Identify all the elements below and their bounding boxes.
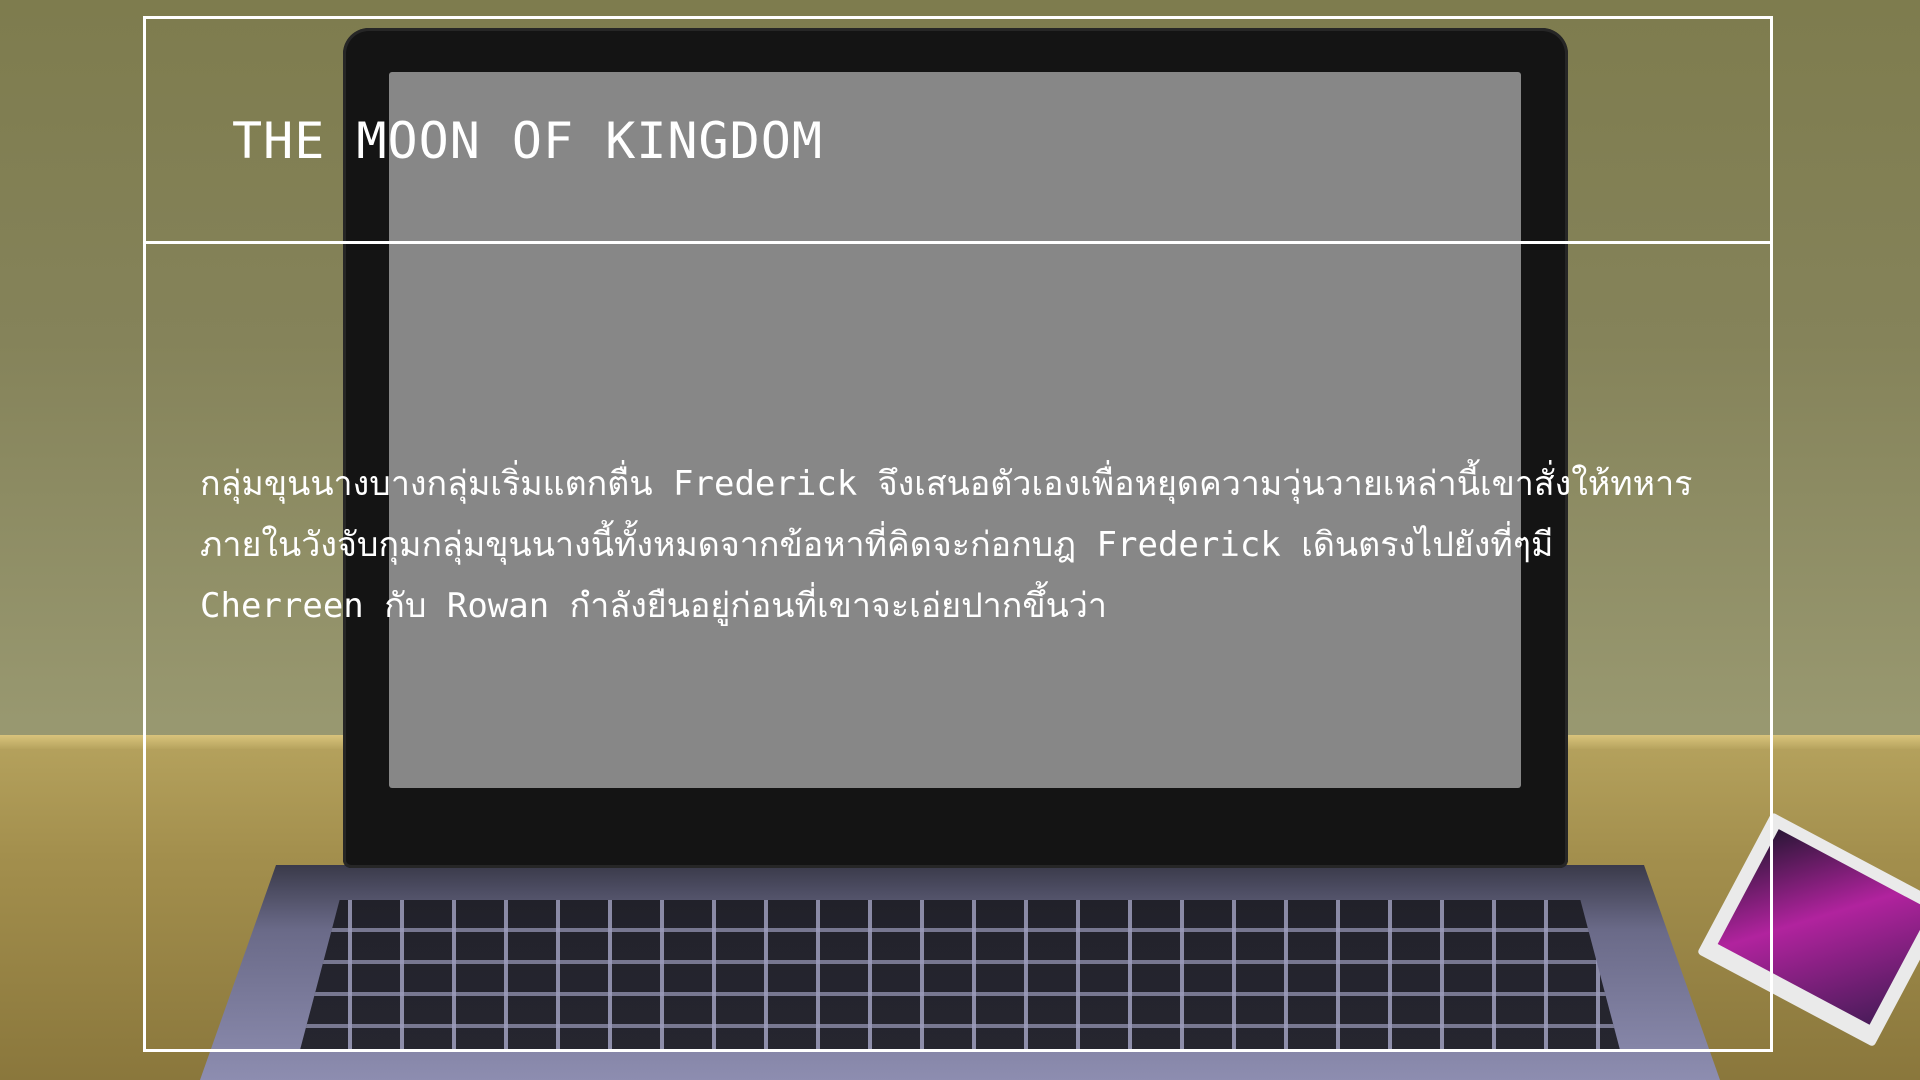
slide: THE MOON OF KINGDOM กลุ่มขุนนางบางกลุ่มเ… — [0, 0, 1920, 1080]
body-line: Cherreen กับ Rowan กำลังยืนอยู่ก่อนที่เข… — [200, 586, 1107, 626]
slide-body: กลุ่มขุนนางบางกลุ่มเริ่มแตกตื่น Frederic… — [200, 454, 1740, 637]
slide-title: THE MOON OF KINGDOM — [232, 112, 823, 170]
title-divider — [143, 241, 1773, 244]
body-line: กลุ่มขุนนางบางกลุ่มเริ่มแตกตื่น Frederic… — [200, 464, 1693, 504]
body-line: ภายในวังจับกุมกลุ่มขุนนางนี้ทั้งหมดจากข้… — [200, 525, 1554, 565]
